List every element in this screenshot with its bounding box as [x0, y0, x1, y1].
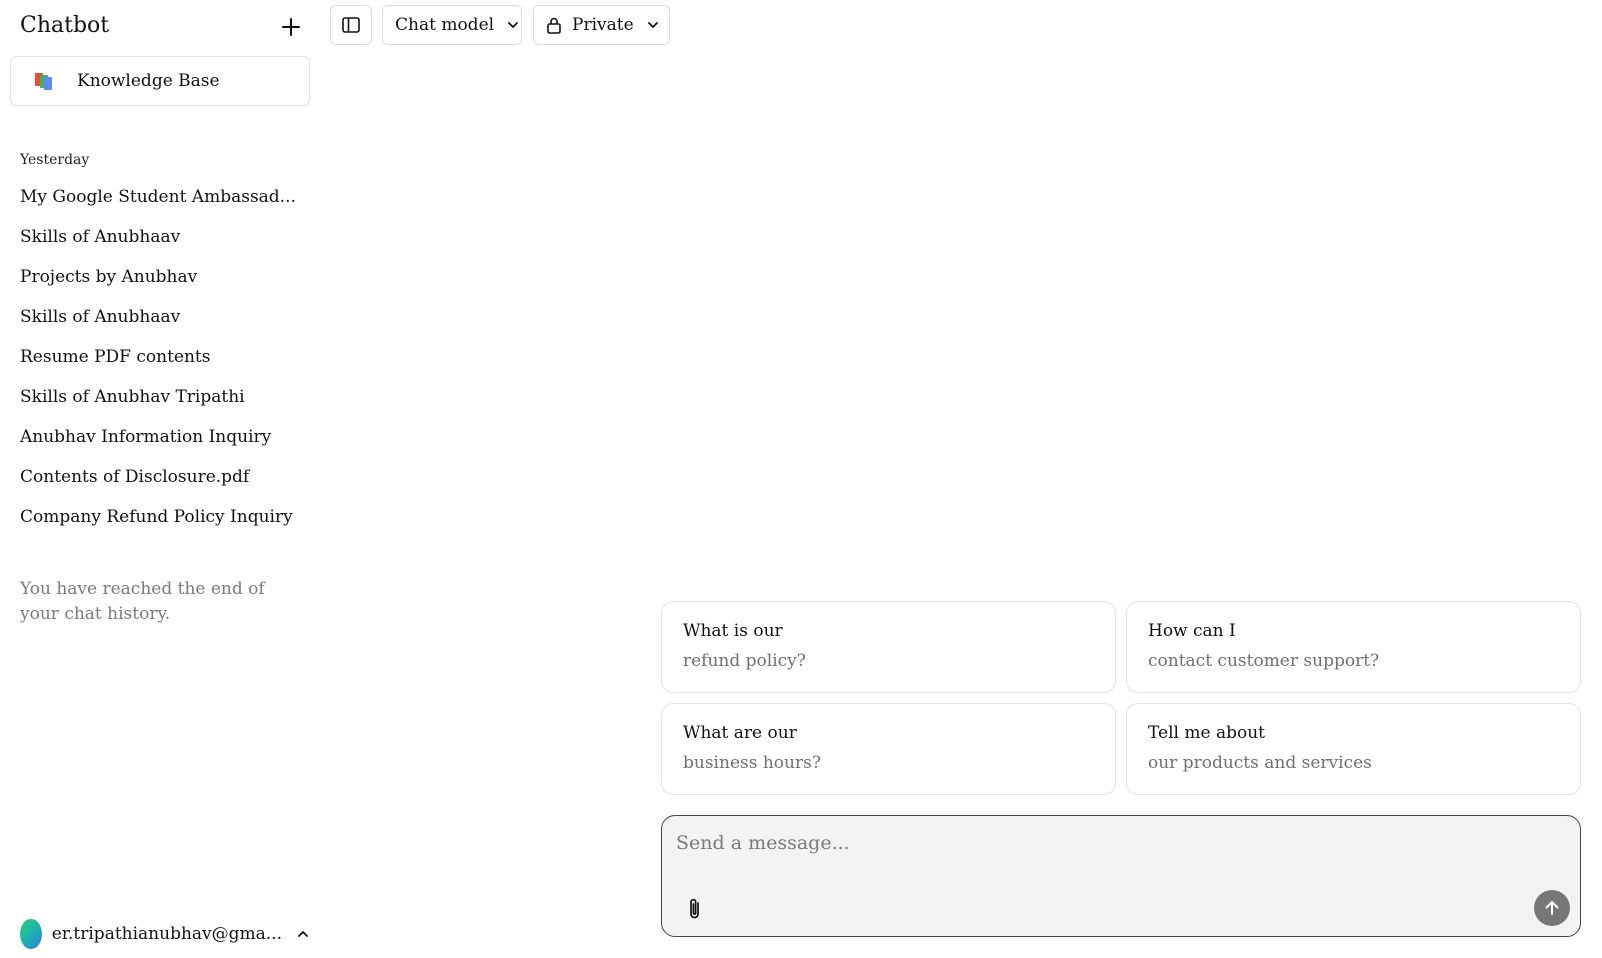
user-menu-button[interactable]: er.tripathianubhav@gma... — [20, 918, 310, 950]
suggestion-subtitle: our products and services — [1148, 753, 1372, 773]
history-item[interactable]: My Google Student Ambassad... — [10, 177, 310, 217]
avatar — [20, 919, 42, 949]
history-item[interactable]: Company Refund Policy Inquiry — [10, 497, 310, 537]
history-item[interactable]: Skills of Anubhaav — [10, 217, 310, 257]
history-end-message: You have reached the end of your chat hi… — [20, 579, 265, 624]
chat-model-dropdown[interactable]: Chat model — [382, 5, 522, 45]
knowledge-base-icon — [35, 72, 55, 90]
suggestion-title: What are our — [683, 723, 797, 743]
suggestion-card[interactable]: How can I contact customer support? — [1126, 601, 1581, 693]
knowledge-base-label: Knowledge Base — [77, 71, 220, 91]
history-item[interactable]: Projects by Anubhav — [10, 257, 310, 297]
visibility-label: Private — [572, 15, 634, 35]
suggestion-subtitle: refund policy? — [683, 651, 806, 671]
app-title: Chatbot — [20, 13, 110, 38]
chat-history-list: My Google Student Ambassad... Skills of … — [10, 177, 310, 537]
suggestion-subtitle: contact customer support? — [1148, 651, 1380, 671]
suggestion-title: Tell me about — [1148, 723, 1265, 743]
suggestion-card[interactable]: What is our refund policy? — [661, 601, 1116, 693]
paperclip-icon — [690, 898, 699, 919]
history-section-heading: Yesterday — [20, 152, 90, 168]
suggestion-card[interactable]: What are our business hours? — [661, 703, 1116, 795]
sidebar-toggle-icon — [342, 17, 360, 33]
new-chat-button[interactable] — [276, 12, 306, 42]
chevron-down-icon — [646, 18, 660, 32]
app-root: Chatbot Knowledge Base Yesterday My Goog… — [0, 0, 1602, 958]
user-email: er.tripathianubhav@gma... — [51, 924, 282, 944]
knowledge-base-button[interactable]: Knowledge Base — [10, 56, 310, 106]
history-item[interactable]: Skills of Anubhav Tripathi — [10, 377, 310, 417]
sidebar: Chatbot Knowledge Base Yesterday My Goog… — [0, 0, 322, 958]
suggestion-card[interactable]: Tell me about our products and services — [1126, 703, 1581, 795]
history-item[interactable]: Skills of Anubhaav — [10, 297, 310, 337]
chevron-up-icon — [296, 927, 310, 941]
sidebar-toggle-button[interactable] — [330, 5, 372, 45]
visibility-dropdown[interactable]: Private — [533, 5, 670, 45]
lock-icon — [546, 16, 562, 34]
chevron-down-icon — [506, 18, 520, 32]
arrow-up-icon — [1545, 901, 1559, 915]
message-composer — [661, 815, 1581, 937]
history-item[interactable]: Contents of Disclosure.pdf — [10, 457, 310, 497]
send-button[interactable] — [1534, 890, 1570, 926]
attach-button[interactable] — [682, 894, 708, 924]
suggestion-title: How can I — [1148, 621, 1236, 641]
message-input[interactable] — [676, 828, 1536, 858]
chat-model-label: Chat model — [395, 15, 495, 35]
suggestion-subtitle: business hours? — [683, 753, 821, 773]
plus-icon — [282, 18, 300, 36]
history-item[interactable]: Resume PDF contents — [10, 337, 310, 377]
history-item[interactable]: Anubhav Information Inquiry — [10, 417, 310, 457]
suggestion-title: What is our — [683, 621, 783, 641]
